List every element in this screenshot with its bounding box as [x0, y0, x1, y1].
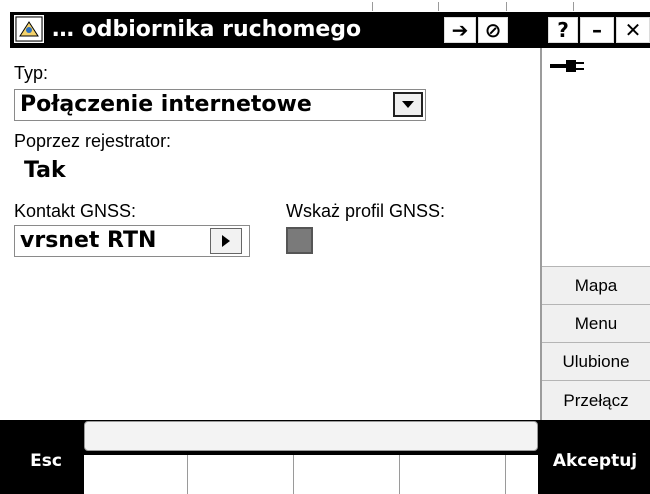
switch-button-label: Przełącz	[563, 390, 629, 410]
power-plug-icon	[548, 57, 588, 75]
show-profile-label: Wskaż profil GNSS:	[286, 201, 446, 221]
map-button-label: Mapa	[574, 275, 618, 295]
type-select-value: Połączenie internetowe	[20, 92, 312, 117]
window-title: … odbiornika ruchomego	[52, 17, 362, 42]
no-entry-icon[interactable]: ⊘	[478, 17, 508, 43]
minimize-icon[interactable]: –	[580, 17, 614, 43]
softkey-3[interactable]	[294, 455, 400, 494]
accept-button[interactable]: Akceptuj	[540, 428, 650, 494]
switch-button[interactable]: Przełącz	[542, 380, 650, 420]
map-button[interactable]: Mapa	[542, 266, 650, 304]
chevron-down-icon[interactable]	[393, 92, 423, 117]
background-window-strip	[0, 0, 650, 12]
esc-button[interactable]: Esc	[10, 428, 82, 494]
status-field	[84, 421, 538, 451]
softkey-1[interactable]	[84, 455, 188, 494]
favorites-button[interactable]: Ulubione	[542, 342, 650, 380]
via-logger-label: Poprzez rejestrator:	[14, 131, 172, 151]
gnss-contact-value: vrsnet RTN	[20, 228, 157, 253]
help-icon[interactable]: ?	[548, 17, 578, 43]
favorites-button-label: Ulubione	[562, 351, 630, 371]
show-profile-checkbox[interactable]	[286, 227, 313, 254]
softkey-4[interactable]	[400, 455, 506, 494]
softkey-5[interactable]	[506, 455, 538, 494]
menu-button-label: Menu	[574, 313, 618, 333]
via-logger-value: Tak	[24, 158, 66, 183]
app-logo-icon[interactable]	[14, 15, 44, 43]
menu-button[interactable]: Menu	[542, 304, 650, 342]
gnss-contact-label: Kontakt GNSS:	[14, 201, 137, 221]
arrow-right-icon[interactable]: ➔	[444, 17, 476, 43]
close-icon[interactable]: ✕	[616, 17, 650, 43]
type-label: Typ:	[14, 63, 49, 83]
softkey-2[interactable]	[188, 455, 294, 494]
chevron-right-icon[interactable]	[210, 228, 242, 254]
